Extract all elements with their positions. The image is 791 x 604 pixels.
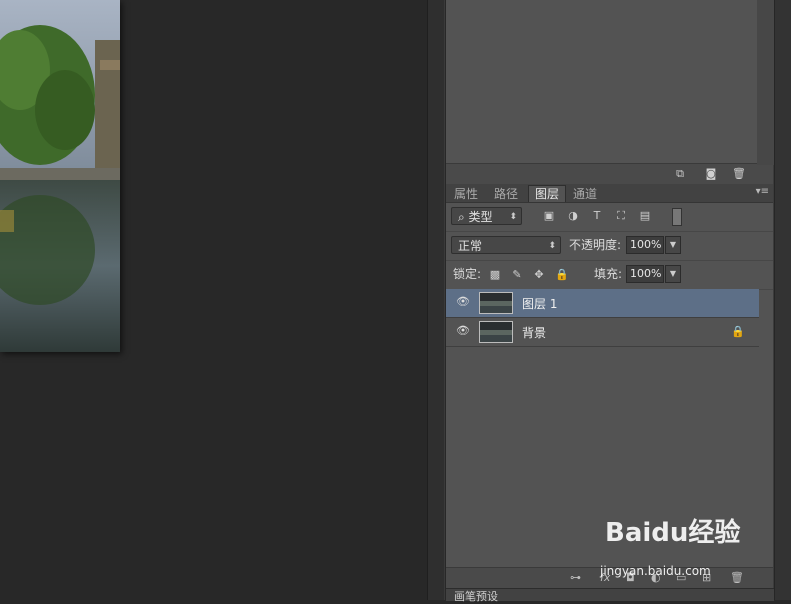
blend-mode-label: 正常: [458, 239, 483, 253]
lock-label: 锁定:: [453, 267, 482, 281]
opacity-label: 不透明度:: [569, 238, 622, 252]
layer-thumbnail: [479, 292, 513, 314]
layer-name[interactable]: 图层 1: [522, 295, 557, 312]
baidu-watermark: Baidu经验: [605, 512, 740, 549]
layer-row-2[interactable]: 👁 背景 🔒: [446, 318, 759, 347]
panel-tabbar: 属性 路径 图层 通道 ▾≡: [446, 184, 773, 203]
filter-kind-label: 类型: [468, 210, 493, 224]
tab-properties[interactable]: 属性: [448, 186, 484, 202]
history-panel-footer: ⧉ ◙ 🗑: [446, 163, 773, 184]
lock-transparency-icon[interactable]: ▩: [488, 268, 502, 282]
tab-paths[interactable]: 路径: [488, 186, 524, 202]
layer-name[interactable]: 背景: [522, 324, 546, 341]
lock-icon: 🔒: [731, 325, 745, 338]
fill-label: 填充:: [594, 267, 623, 281]
canvas-image[interactable]: [0, 0, 120, 352]
shape-filter-icon[interactable]: ⛶: [614, 209, 628, 223]
panel-divider[interactable]: [427, 0, 445, 600]
text-filter-icon[interactable]: T: [590, 209, 604, 223]
landscape-photo: [0, 0, 120, 352]
eye-icon[interactable]: 👁: [456, 296, 470, 307]
image-filter-icon[interactable]: ▣: [542, 209, 556, 223]
search-icon: ⌕: [458, 210, 469, 224]
tab-channels[interactable]: 通道: [567, 186, 603, 202]
lock-paint-icon[interactable]: ✎: [510, 268, 524, 282]
layer-thumbnail: [479, 321, 513, 343]
fill-dropdown-icon[interactable]: ▼: [665, 265, 681, 283]
watermark-main: Baidu经验: [605, 518, 741, 548]
lock-all-icon[interactable]: 🔒: [555, 268, 569, 282]
filter-kind-select[interactable]: ⌕ 类型 ⬍: [451, 207, 522, 225]
fill-input[interactable]: 100%: [626, 265, 664, 283]
eye-icon[interactable]: 👁: [456, 325, 470, 336]
history-scrollbar[interactable]: [757, 0, 774, 165]
brush-presets-label: 画笔预设: [454, 590, 498, 603]
adjust-filter-icon[interactable]: ◑: [566, 209, 580, 223]
blend-row: 正常 ⬍ 不透明度: 100% ▼: [446, 232, 773, 261]
filter-toggle-icon[interactable]: [672, 208, 682, 226]
updown-icon: ⬍: [548, 241, 556, 251]
filter-row: ⌕ 类型 ⬍ ▣ ◑ T ⛶ ▤: [446, 203, 773, 232]
camera-icon[interactable]: ◙: [703, 167, 719, 181]
brush-presets-tab[interactable]: 画笔预设: [446, 588, 774, 603]
blend-mode-select[interactable]: 正常 ⬍: [451, 236, 561, 254]
trash-icon[interactable]: 🗑: [730, 571, 744, 584]
tab-layers[interactable]: 图层: [528, 185, 567, 202]
layer-row-1[interactable]: 👁 图层 1: [446, 289, 759, 318]
opacity-input[interactable]: 100%: [626, 236, 664, 254]
trash-icon[interactable]: 🗑: [731, 167, 747, 181]
right-dock-strip: [774, 0, 791, 600]
link-icon[interactable]: ⊶: [570, 571, 581, 584]
lock-row: 锁定: ▩ ✎ ✥ 🔒 填充: 100% ▼: [446, 261, 773, 290]
smart-object-filter-icon[interactable]: ▤: [638, 209, 652, 223]
baidu-watermark-url: jingyan.baidu.com: [600, 564, 711, 578]
opacity-dropdown-icon[interactable]: ▼: [665, 236, 681, 254]
updown-icon: ⬍: [509, 212, 517, 222]
new-document-icon[interactable]: ⧉: [672, 167, 688, 181]
panel-menu-icon[interactable]: ▾≡: [756, 186, 769, 197]
lock-position-icon[interactable]: ✥: [532, 268, 546, 282]
history-panel: ⧉ ◙ 🗑: [446, 0, 774, 184]
